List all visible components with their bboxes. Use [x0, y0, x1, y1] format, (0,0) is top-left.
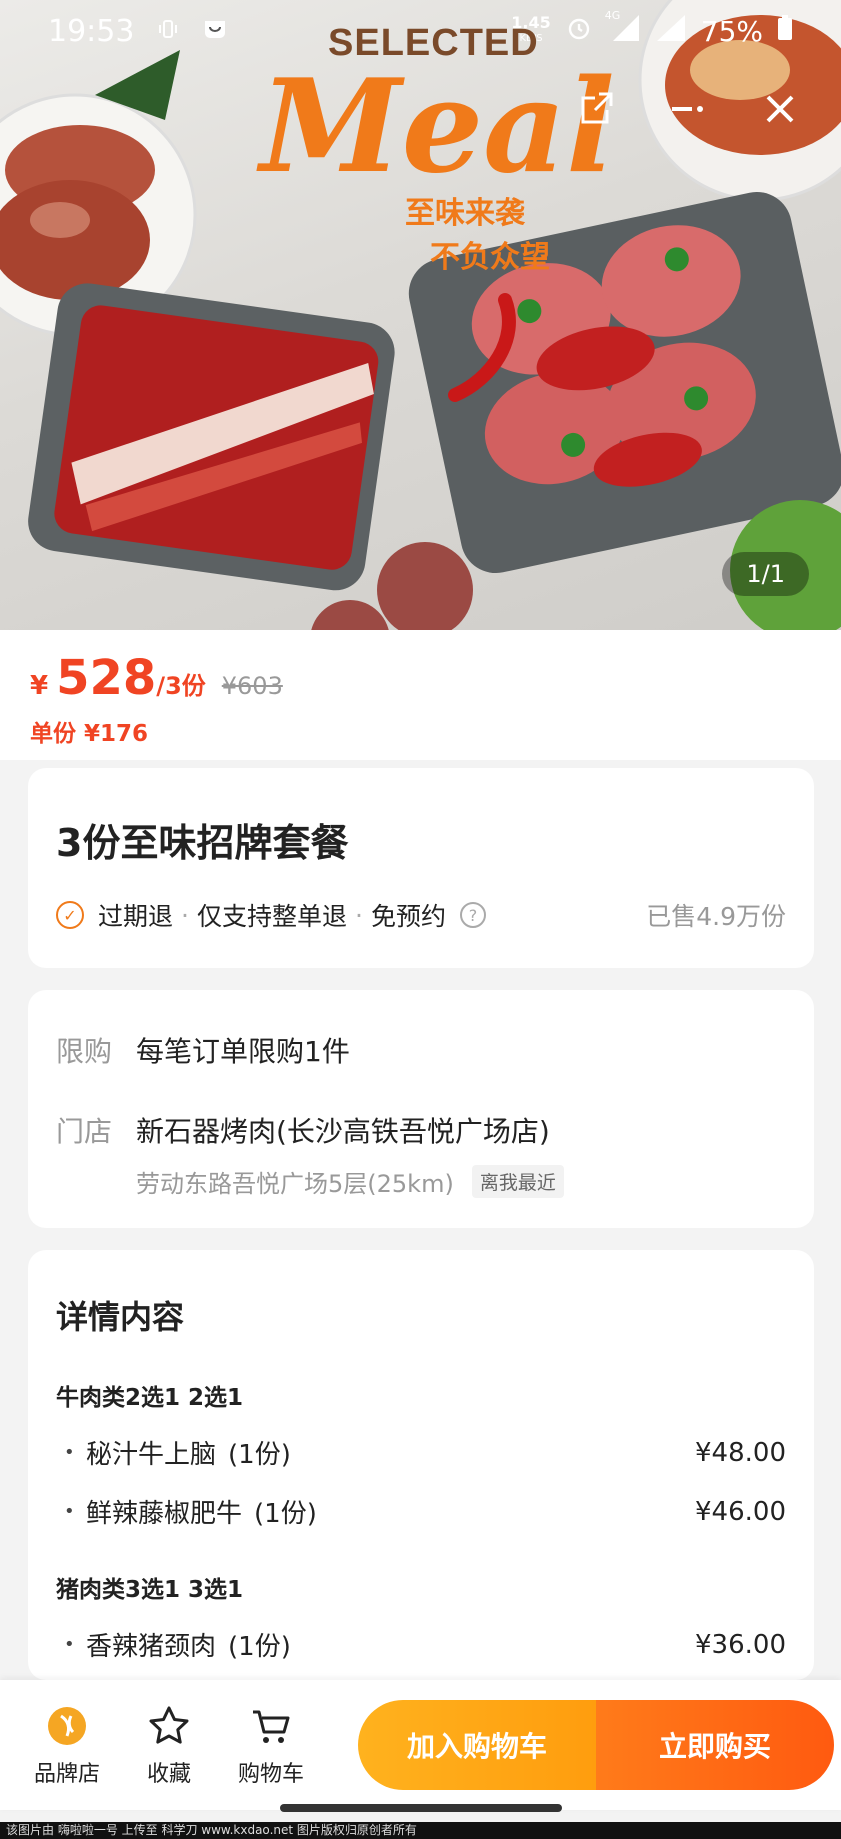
item-qty: (1份): [228, 1632, 291, 1662]
limit-label: 限购: [56, 1035, 113, 1068]
policy-tag: 过期退: [98, 902, 174, 931]
store-label: 门店: [56, 1115, 113, 1148]
image-counter: 1/1: [722, 552, 809, 596]
bottom-action-bar: 品牌店 收藏 购物车 加入购物车 立即购买: [0, 1680, 841, 1810]
share-icon[interactable]: [575, 88, 617, 130]
watermark-text: 该图片由 嗨啦啦一号 上传至 科学刀 www.kxdao.net 图片版权归原创…: [0, 1822, 841, 1839]
details-card: 详情内容 牛肉类2选1 2选1 • 秘汁牛上脑 (1份) ¥48.00 • 鲜辣…: [28, 1250, 814, 1680]
cart-label: 购物车: [237, 1762, 304, 1787]
brand-logo-icon: [45, 1702, 89, 1750]
store-row[interactable]: 门店 新石器烤肉(长沙高铁吾悦广场店): [56, 1110, 786, 1150]
bullet-dot: •: [64, 1501, 75, 1522]
bullet-dot: •: [64, 1634, 75, 1655]
battery-icon: [777, 14, 793, 48]
separator-dot: ·: [354, 900, 363, 930]
top-actions: [575, 88, 801, 130]
store-address-row: 劳动东路吾悦广场5层(25km) 离我最近: [136, 1164, 786, 1199]
close-icon[interactable]: [759, 88, 801, 130]
favorite-button[interactable]: 收藏: [118, 1702, 220, 1788]
item-qty: (1份): [254, 1499, 317, 1529]
status-time: 19:53: [48, 13, 135, 49]
menu-item: • 鲜辣藤椒肥牛 (1份) ¥46.00: [56, 1493, 786, 1530]
item-price: ¥36.00: [695, 1629, 786, 1660]
product-title: 3份至味招牌套餐: [56, 821, 349, 865]
separator-dot: ·: [181, 900, 189, 930]
item-name: 香辣猪颈肉: [86, 1632, 217, 1662]
group-title: 猪肉类3选1 3选1: [56, 1577, 244, 1603]
sale-price: 528: [56, 650, 157, 706]
help-icon[interactable]: ?: [459, 902, 486, 928]
item-price: ¥48.00: [695, 1437, 786, 1468]
sold-count: 已售4.9万份: [646, 902, 786, 931]
vibrate-icon: [156, 15, 180, 48]
item-name: 秘汁牛上脑: [86, 1440, 217, 1470]
policy-tag: 免预约: [370, 902, 446, 931]
brand-store-button[interactable]: 品牌店: [16, 1702, 118, 1788]
price-section: ¥ 528 /3份 ¥603 单份 ¥176: [0, 630, 841, 760]
group-title: 牛肉类2选1 2选1: [56, 1385, 244, 1411]
original-price: ¥603: [221, 672, 283, 700]
bullet-dot: •: [64, 1442, 75, 1463]
nearest-badge: 离我最近: [471, 1165, 564, 1198]
store-name[interactable]: 新石器烤肉(长沙高铁吾悦广场店): [136, 1110, 550, 1150]
hero-banner[interactable]: 19:53 1.45 KB/S 4G 75% SELECTED Meal 至味来…: [0, 0, 841, 630]
purchase-limit-row: 限购 每笔订单限购1件: [56, 1030, 786, 1070]
item-price: ¥46.00: [695, 1496, 786, 1527]
menu-item: • 香辣猪颈肉 (1份) ¥36.00: [56, 1626, 786, 1663]
menu-item: • 秘汁牛上脑 (1份) ¥48.00: [56, 1434, 786, 1471]
signal-4g-icon: 4G: [605, 9, 641, 50]
info-card: 限购 每笔订单限购1件 门店 新石器烤肉(长沙高铁吾悦广场店) 劳动东路吾悦广场…: [28, 990, 814, 1228]
policy-row: ✓ 过期退 · 仅支持整单退 · 免预约 ? 已售4.9万份: [56, 897, 786, 933]
item-qty: (1份): [228, 1440, 291, 1470]
store-address: 劳动东路吾悦广场5层(25km): [136, 1170, 454, 1198]
cart-button[interactable]: 购物车: [220, 1702, 322, 1788]
check-icon: ✓: [56, 901, 84, 929]
price-per: /3份: [156, 672, 206, 700]
home-indicator[interactable]: [280, 1804, 562, 1812]
cart-icon: [249, 1702, 293, 1750]
app-notification-icon: [202, 15, 228, 48]
unit-price: 单份 ¥176: [30, 721, 149, 747]
policy-tag: 仅支持整单退: [196, 902, 347, 931]
battery-percent: 75%: [700, 14, 763, 48]
details-title: 详情内容: [56, 1298, 185, 1336]
favorite-label: 收藏: [146, 1762, 191, 1787]
limit-value: 每笔订单限购1件: [136, 1035, 350, 1068]
brand-store-label: 品牌店: [33, 1762, 100, 1787]
purchase-actions: 加入购物车 立即购买: [358, 1700, 834, 1790]
item-name: 鲜辣藤椒肥牛: [86, 1499, 243, 1529]
more-icon[interactable]: [667, 88, 709, 130]
banner-slogan-2: 不负众望: [430, 240, 550, 275]
buy-now-button[interactable]: 立即购买: [596, 1700, 834, 1790]
alarm-icon: [565, 14, 593, 49]
star-icon: [147, 1702, 191, 1750]
product-card: 3份至味招牌套餐 ✓ 过期退 · 仅支持整单退 · 免预约 ? 已售4.9万份: [28, 768, 814, 968]
signal-icon: [655, 13, 687, 50]
banner-title-main: Meal: [260, 52, 615, 202]
currency-symbol: ¥: [30, 671, 49, 701]
banner-slogan-1: 至味来袭: [405, 196, 525, 231]
price-row: ¥ 528 /3份 ¥603: [30, 650, 811, 706]
add-to-cart-button[interactable]: 加入购物车: [358, 1700, 596, 1790]
